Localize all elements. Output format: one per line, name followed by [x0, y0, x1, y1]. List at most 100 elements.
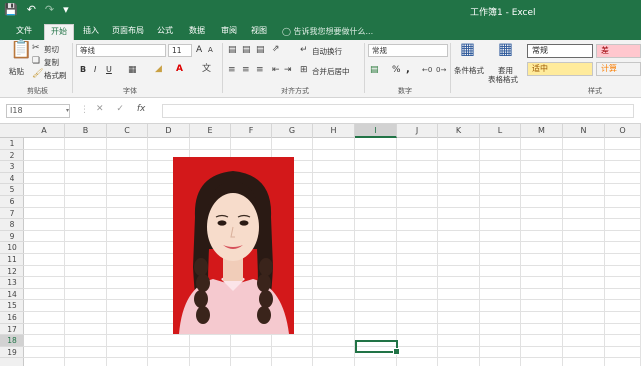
- format-as-table-button-line2[interactable]: 表格格式: [488, 74, 518, 85]
- style-neutral[interactable]: 适中: [527, 62, 593, 76]
- row-header-18[interactable]: 18: [0, 335, 24, 347]
- bold-button[interactable]: B: [80, 65, 86, 74]
- row-header-3[interactable]: 3: [0, 161, 24, 173]
- column-header-D[interactable]: D: [148, 124, 190, 138]
- column-header-E[interactable]: E: [190, 124, 231, 138]
- orientation-icon[interactable]: ⇗: [272, 44, 280, 54]
- wrap-text-icon[interactable]: ↵: [300, 45, 308, 55]
- align-middle-icon[interactable]: ▤: [242, 45, 251, 55]
- percent-style-button[interactable]: %: [392, 65, 401, 75]
- comma-style-button[interactable]: ,: [406, 64, 410, 75]
- increase-indent-icon[interactable]: ⇥: [284, 65, 292, 75]
- paste-button[interactable]: 粘贴: [9, 66, 24, 77]
- italic-button[interactable]: I: [94, 65, 96, 74]
- column-header-H[interactable]: H: [313, 124, 355, 138]
- undo-icon[interactable]: ↶: [27, 3, 36, 17]
- column-header-I[interactable]: I: [355, 124, 397, 138]
- column-header-O[interactable]: O: [605, 124, 641, 138]
- font-name-select[interactable]: 等线: [76, 44, 166, 57]
- row-header-19[interactable]: 19: [0, 347, 24, 359]
- column-header-N[interactable]: N: [563, 124, 605, 138]
- column-header-J[interactable]: J: [397, 124, 438, 138]
- grow-font-button[interactable]: A: [196, 45, 202, 55]
- border-icon[interactable]: ▦: [128, 65, 137, 75]
- column-header-G[interactable]: G: [272, 124, 313, 138]
- tab-insert[interactable]: 插入: [78, 24, 104, 40]
- row-header-12[interactable]: 12: [0, 266, 24, 278]
- shrink-font-button[interactable]: A: [208, 46, 213, 54]
- wrap-text-button[interactable]: 自动换行: [312, 46, 342, 57]
- align-right-icon[interactable]: ≡: [256, 65, 264, 75]
- row-header-6[interactable]: 6: [0, 196, 24, 208]
- decrease-indent-icon[interactable]: ⇤: [272, 65, 280, 75]
- enter-icon[interactable]: ✓: [116, 104, 124, 114]
- tab-view[interactable]: 视图: [246, 24, 272, 40]
- style-calculation[interactable]: 计算: [596, 62, 641, 76]
- conditional-formatting-icon[interactable]: ▦: [460, 41, 475, 57]
- row-header-14[interactable]: 14: [0, 289, 24, 301]
- column-header-C[interactable]: C: [107, 124, 148, 138]
- tab-page-layout[interactable]: 页面布局: [108, 24, 148, 40]
- name-box-dropdown-icon[interactable]: ▾: [66, 106, 69, 116]
- tab-home[interactable]: 开始: [44, 24, 74, 40]
- underline-button[interactable]: U: [106, 65, 112, 74]
- id-photo-image[interactable]: [173, 157, 294, 334]
- align-left-icon[interactable]: ≡: [228, 65, 236, 75]
- save-icon[interactable]: 💾: [4, 3, 18, 17]
- row-header-17[interactable]: 17: [0, 324, 24, 336]
- conditional-formatting-button[interactable]: 条件格式: [454, 65, 484, 76]
- format-painter-button[interactable]: 格式刷: [44, 70, 67, 81]
- row-header-16[interactable]: 16: [0, 312, 24, 324]
- customize-icon[interactable]: ▾: [63, 3, 69, 17]
- align-center-icon[interactable]: ≡: [242, 65, 250, 75]
- name-box[interactable]: I18: [6, 104, 70, 118]
- copy-icon[interactable]: ❏: [32, 56, 40, 66]
- format-as-table-icon[interactable]: ▦: [498, 41, 513, 57]
- column-header-A[interactable]: A: [24, 124, 65, 138]
- phonetic-icon[interactable]: 文: [202, 64, 211, 74]
- merge-center-icon[interactable]: ⊞: [300, 65, 308, 75]
- tab-data[interactable]: 数据: [184, 24, 210, 40]
- style-normal[interactable]: 常规: [527, 44, 593, 58]
- tab-file[interactable]: 文件: [8, 24, 40, 40]
- row-header-2[interactable]: 2: [0, 150, 24, 162]
- formula-input[interactable]: [162, 104, 634, 118]
- increase-decimal-icon[interactable]: ←0: [422, 65, 432, 75]
- row-header-7[interactable]: 7: [0, 208, 24, 220]
- paste-icon[interactable]: 📋: [10, 41, 32, 59]
- row-header-9[interactable]: 9: [0, 231, 24, 243]
- tab-formulas[interactable]: 公式: [152, 24, 178, 40]
- align-top-icon[interactable]: ▤: [228, 45, 237, 55]
- worksheet-grid[interactable]: [24, 138, 641, 366]
- decrease-decimal-icon[interactable]: 0→: [436, 65, 446, 75]
- row-header-4[interactable]: 4: [0, 173, 24, 185]
- row-header-5[interactable]: 5: [0, 184, 24, 196]
- row-header-8[interactable]: 8: [0, 219, 24, 231]
- scissors-icon[interactable]: ✂: [32, 43, 40, 53]
- row-header-1[interactable]: 1: [0, 138, 24, 150]
- row-header-10[interactable]: 10: [0, 242, 24, 254]
- column-header-M[interactable]: M: [521, 124, 563, 138]
- cut-button[interactable]: 剪切: [44, 44, 59, 55]
- font-size-select[interactable]: 11: [168, 44, 192, 57]
- accounting-format-icon[interactable]: ▤: [370, 65, 379, 75]
- tab-review[interactable]: 审阅: [216, 24, 242, 40]
- style-bad[interactable]: 差: [596, 44, 641, 58]
- row-header-15[interactable]: 15: [0, 300, 24, 312]
- fill-color-icon[interactable]: ◢: [155, 64, 162, 74]
- cancel-icon[interactable]: ✕: [96, 104, 104, 114]
- tell-me-search[interactable]: ◯ 告诉我您想要做什么...: [282, 26, 373, 37]
- align-bottom-icon[interactable]: ▤: [256, 45, 265, 55]
- insert-function-icon[interactable]: fx: [137, 104, 146, 114]
- column-header-F[interactable]: F: [231, 124, 272, 138]
- column-header-K[interactable]: K: [438, 124, 480, 138]
- row-header-13[interactable]: 13: [0, 277, 24, 289]
- copy-button[interactable]: 复制: [44, 57, 59, 68]
- redo-icon[interactable]: ↷: [45, 3, 54, 17]
- number-format-select[interactable]: 常规: [368, 44, 448, 57]
- column-header-B[interactable]: B: [65, 124, 107, 138]
- merge-center-button[interactable]: 合并后居中: [312, 66, 350, 77]
- selected-cell-I18[interactable]: [355, 340, 400, 355]
- row-header-11[interactable]: 11: [0, 254, 24, 266]
- column-header-L[interactable]: L: [480, 124, 521, 138]
